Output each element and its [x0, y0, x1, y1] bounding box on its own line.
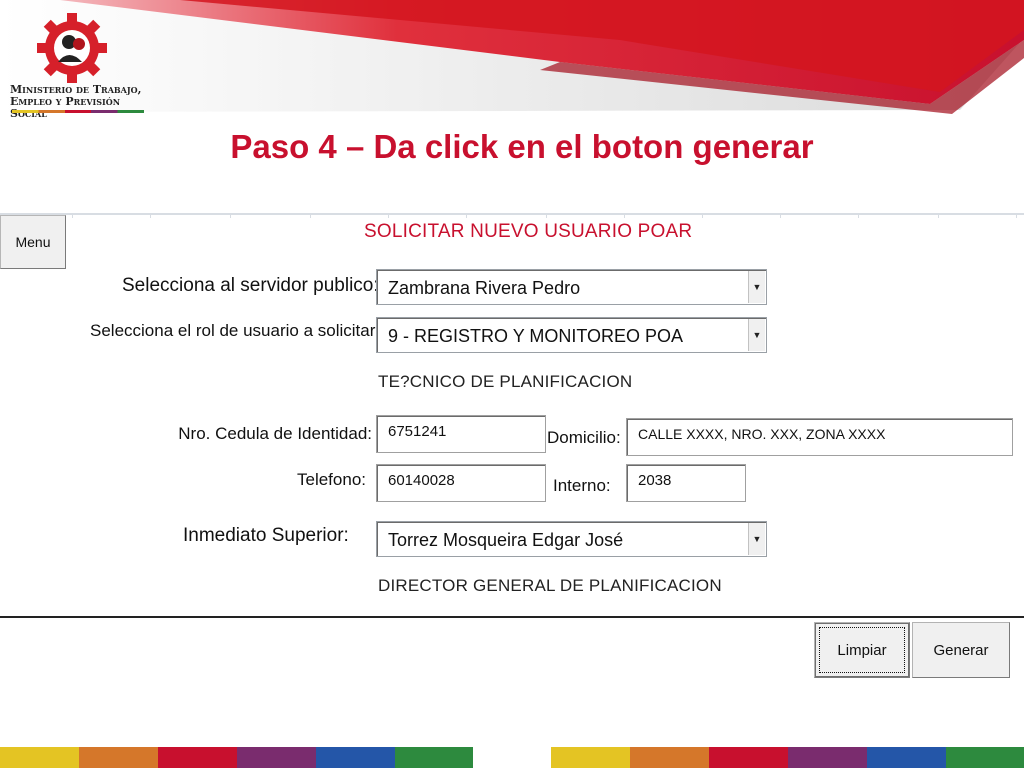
footer-segment — [0, 747, 79, 768]
grid-tick — [150, 213, 151, 218]
grid-tick — [938, 213, 939, 218]
gear-logo-icon — [37, 13, 107, 83]
rol-label: Selecciona el rol de usuario a solicitar… — [90, 321, 381, 340]
grid-tick — [310, 213, 311, 218]
footer-segment — [630, 747, 710, 768]
footer-segment — [946, 747, 1024, 768]
grid-tick — [780, 213, 781, 218]
superior-combobox[interactable]: Torrez Mosqueira Edgar José ▼ — [376, 521, 767, 557]
interno-label: Interno: — [553, 476, 611, 495]
domicilio-label: Domicilio: — [547, 428, 621, 447]
servidor-label: Selecciona al servidor publico: — [122, 275, 379, 296]
footer-segment — [236, 747, 316, 768]
chevron-down-icon[interactable]: ▼ — [748, 319, 765, 351]
footer-segment — [709, 747, 789, 768]
footer-segment — [157, 747, 237, 768]
grid-tick — [624, 213, 625, 218]
telefono-field[interactable]: 60140028 — [376, 464, 546, 502]
rol-combobox[interactable]: 9 - REGISTRO Y MONITOREO POA ▼ — [376, 317, 767, 353]
generar-button[interactable]: Generar — [912, 622, 1010, 678]
chevron-down-icon[interactable]: ▼ — [748, 523, 765, 555]
grid-tick — [1016, 213, 1017, 218]
interno-value: 2038 — [638, 472, 672, 489]
cedula-label: Nro. Cedula de Identidad: — [178, 424, 372, 443]
servidor-combobox[interactable]: Zambrana Rivera Pedro ▼ — [376, 269, 767, 305]
menu-button[interactable]: Menu — [0, 215, 66, 269]
grid-tick — [702, 213, 703, 218]
logo-color-stripe — [12, 110, 144, 113]
superior-cargo-text: DIRECTOR GENERAL DE PLANIFICACION — [378, 576, 722, 595]
grid-tick — [858, 213, 859, 218]
rol-cargo-text: TE?CNICO DE PLANIFICACION — [378, 372, 633, 391]
form-window: Menu SOLICITAR NUEVO USUARIO POAR Selecc… — [0, 213, 1024, 618]
slide-title: Paso 4 – Da click en el boton generar — [230, 128, 814, 165]
grid-tick — [546, 213, 547, 218]
footer-segment — [788, 747, 868, 768]
grid-tick — [230, 213, 231, 218]
telefono-value: 60140028 — [388, 472, 455, 489]
interno-field[interactable]: 2038 — [626, 464, 746, 502]
domicilio-field[interactable]: CALLE XXXX, NRO. XXX, ZONA XXXX — [626, 418, 1013, 456]
rol-value: 9 - REGISTRO Y MONITOREO POA — [388, 326, 684, 346]
grid-tick — [466, 213, 467, 218]
footer-segment — [867, 747, 947, 768]
ministry-logo: Ministerio de Trabajo, Empleo y Previsió… — [10, 8, 150, 120]
footer-color-stripe — [0, 747, 1024, 768]
footer-gap — [472, 747, 552, 768]
footer-segment — [78, 747, 158, 768]
footer-segment — [551, 747, 631, 768]
grid-tick — [388, 213, 389, 218]
cedula-value: 6751241 — [388, 423, 447, 440]
chevron-down-icon[interactable]: ▼ — [748, 271, 765, 303]
header-banner — [0, 0, 1024, 114]
grid-line — [0, 213, 1024, 215]
domicilio-value: CALLE XXXX, NRO. XXX, ZONA XXXX — [638, 426, 886, 442]
footer-segment — [315, 747, 395, 768]
cedula-field[interactable]: 6751241 — [376, 415, 546, 453]
form-divider — [0, 616, 1024, 618]
servidor-value: Zambrana Rivera Pedro — [388, 278, 581, 298]
superior-label: Inmediato Superior: — [183, 525, 349, 546]
telefono-label: Telefono: — [297, 470, 366, 489]
form-title: SOLICITAR NUEVO USUARIO POAR — [364, 221, 693, 242]
ministry-name: Ministerio de Trabajo, Empleo y Previsió… — [10, 83, 142, 120]
footer-segment — [394, 747, 473, 768]
grid-tick — [72, 213, 73, 218]
superior-value: Torrez Mosqueira Edgar José — [388, 530, 624, 550]
limpiar-button[interactable]: Limpiar — [814, 622, 910, 678]
